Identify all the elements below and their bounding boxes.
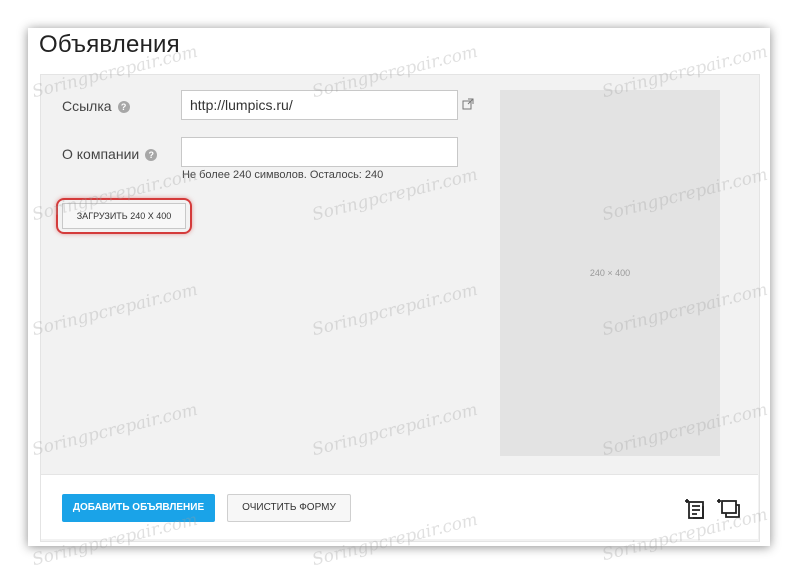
help-icon[interactable]: ? [145,149,158,162]
help-icon[interactable]: ? [117,101,130,114]
add-ad-button[interactable]: ДОБАВИТЬ ОБЪЯВЛЕНИЕ [62,494,215,522]
link-label-row: Ссылка? [62,98,130,114]
ad-preview-placeholder: 240 × 400 [500,90,720,456]
link-input[interactable]: http://lumpics.ru/ [181,90,458,120]
add-image-ad-icon[interactable] [715,495,741,521]
form-footer: ДОБАВИТЬ ОБЪЯВЛЕНИЕ ОЧИСТИТЬ ФОРМУ [41,475,758,539]
about-label-row: О компании? [62,146,158,162]
char-limit-hint: Не более 240 символов. Осталось: 240 [182,169,384,181]
page-title: Объявления [39,31,180,58]
about-company-input[interactable] [181,137,458,167]
about-label: О компании [62,146,140,162]
clear-form-button[interactable]: ОЧИСТИТЬ ФОРМУ [227,494,351,522]
add-text-ad-icon[interactable] [683,495,709,521]
preview-size-label: 240 × 400 [589,268,631,278]
external-link-icon[interactable] [462,98,474,110]
link-label: Ссылка [62,98,112,114]
upload-image-button[interactable]: ЗАГРУЗИТЬ 240 X 400 [62,203,186,229]
